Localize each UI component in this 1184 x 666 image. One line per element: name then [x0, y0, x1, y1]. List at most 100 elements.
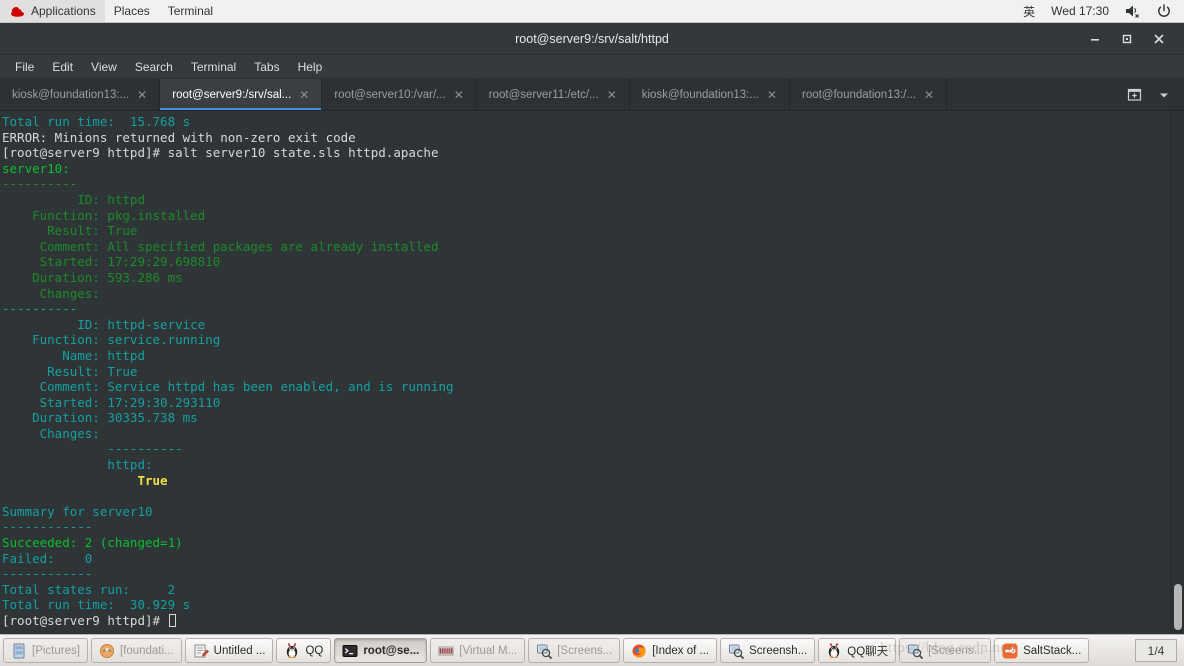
menu-tabs[interactable]: Tabs	[245, 58, 288, 76]
power-icon[interactable]	[1150, 0, 1178, 22]
window-controls	[1086, 30, 1184, 48]
top-panel-menus: Applications Places Terminal	[0, 0, 222, 22]
terminal-scrollbar[interactable]	[1170, 111, 1184, 634]
terminal-span: ID: httpd-service	[2, 316, 206, 332]
taskbar-button-label: SaltStack...	[1023, 644, 1082, 657]
input-method-label: 英	[1023, 4, 1036, 19]
terminal-icon	[342, 643, 358, 659]
input-method-indicator[interactable]: 英	[1016, 0, 1042, 22]
terminal-text: Total run time: 15.768 s ERROR: Minions r…	[0, 111, 1170, 634]
terminal-span: ID: httpd	[2, 191, 145, 207]
tab-close-icon[interactable]: ✕	[767, 89, 777, 101]
menu-edit[interactable]: Edit	[43, 58, 82, 76]
taskbar-button[interactable]: QQ	[276, 638, 332, 663]
window-title: root@server9:/srv/salt/httpd	[515, 31, 669, 46]
taskbar-button[interactable]: [Screens...	[528, 638, 621, 663]
screenshot-icon	[728, 643, 745, 659]
applications-menu[interactable]: Applications	[0, 0, 105, 22]
terminal-line: ----------	[2, 441, 1170, 457]
menu-file[interactable]: File	[6, 58, 43, 76]
taskbar-button-label: QQ聊天	[847, 645, 889, 658]
taskbar-button[interactable]: root@se...	[334, 638, 428, 663]
terminal-tab-1[interactable]: root@server9:/srv/sal... ✕	[160, 79, 323, 110]
tab-close-icon[interactable]: ✕	[924, 89, 934, 101]
tab-close-icon[interactable]: ✕	[137, 89, 147, 101]
minimize-button[interactable]	[1086, 30, 1104, 48]
terminal-span: Started: 17:29:30.293110	[2, 394, 221, 410]
taskbar: [Pictures] [foundati... Untitled ... QQ root…	[0, 634, 1184, 666]
taskbar-button[interactable]: Untitled ...	[184, 638, 274, 663]
terminal-span	[2, 473, 137, 488]
volume-muted-icon[interactable]	[1118, 0, 1148, 22]
terminal-span: Function: pkg.installed	[2, 207, 206, 223]
menu-view[interactable]: View	[82, 58, 126, 76]
terminal-tabbar: kiosk@foundation13:... ✕ root@server9:/s…	[0, 79, 1184, 111]
workspace-label: 1/4	[1147, 643, 1165, 658]
terminal-line: Succeeded: 2 (changed=1)	[2, 535, 1170, 551]
workspace-switcher[interactable]: 1/4	[1135, 639, 1177, 662]
qq-penguin-icon	[826, 642, 842, 659]
terminal-tab-0[interactable]: kiosk@foundation13:... ✕	[0, 79, 161, 110]
places-menu[interactable]: Places	[105, 0, 159, 22]
taskbar-button[interactable]: SaltStack...	[994, 638, 1090, 663]
terminal-tab-3[interactable]: root@server11:/etc/... ✕	[477, 79, 630, 110]
tab-close-icon[interactable]: ✕	[454, 89, 464, 101]
terminal-cursor	[168, 614, 177, 627]
terminal-tab-5[interactable]: root@foundation13:/... ✕	[790, 79, 948, 110]
terminal-span: Started: 17:29:29.698810	[2, 254, 221, 270]
tab-label: root@server10:/var/...	[334, 88, 446, 101]
terminal-span: Duration: 30335.738 ms	[2, 410, 198, 426]
virt-manager-icon	[438, 643, 454, 659]
taskbar-button[interactable]: [Virtual M...	[430, 638, 526, 663]
close-button[interactable]	[1150, 30, 1168, 48]
maximize-button[interactable]	[1118, 30, 1136, 48]
new-tab-icon[interactable]	[1127, 87, 1142, 102]
menu-help[interactable]: Help	[289, 58, 332, 76]
terminal-span: server10:	[2, 160, 70, 176]
window-titlebar[interactable]: root@server9:/srv/salt/httpd	[0, 23, 1184, 55]
terminal-line: ------------	[2, 566, 1170, 582]
tab-label: root@server11:/etc/...	[488, 88, 599, 101]
terminal-menu[interactable]: Terminal	[159, 0, 222, 22]
clock[interactable]: Wed 17:30	[1044, 0, 1116, 22]
menu-search[interactable]: Search	[126, 58, 182, 76]
taskbar-button[interactable]: [Index of ...	[623, 638, 718, 663]
top-panel-status-area: 英 Wed 17:30	[1016, 0, 1184, 22]
chevron-down-icon[interactable]	[1158, 89, 1170, 101]
terminal-span: [root@server9 httpd]# salt server10 stat…	[2, 145, 439, 161]
tab-close-icon[interactable]: ✕	[299, 89, 309, 101]
scrollbar-thumb[interactable]	[1174, 584, 1182, 630]
terminal-line: Duration: 593.286 ms	[2, 270, 1170, 286]
terminal-tab-2[interactable]: root@server10:/var/... ✕	[322, 79, 477, 110]
tab-close-icon[interactable]: ✕	[607, 89, 617, 101]
terminal-line: httpd:	[2, 457, 1170, 473]
terminal-span: [root@server9 httpd]#	[2, 613, 168, 628]
qq-penguin-icon	[284, 642, 300, 659]
terminal-span: ------------	[2, 519, 93, 535]
tab-label: root@foundation13:/...	[801, 88, 916, 101]
tab-label: kiosk@foundation13:...	[12, 88, 130, 101]
menu-terminal[interactable]: Terminal	[182, 58, 245, 76]
taskbar-button[interactable]: [Screens...	[899, 638, 992, 663]
terminal-line: True	[2, 473, 1170, 489]
terminal-line: Changes:	[2, 426, 1170, 442]
taskbar-button[interactable]: Screensh...	[720, 638, 816, 663]
terminal-span: ----------	[2, 301, 78, 317]
terminal-tab-4[interactable]: kiosk@foundation13:... ✕	[630, 79, 790, 110]
firefox-icon	[631, 643, 647, 659]
volume-muted-icon-glyph	[1126, 5, 1139, 18]
taskbar-button[interactable]: [foundati...	[90, 638, 182, 663]
terminal-span: Result: True	[2, 363, 138, 379]
terminal-output-area[interactable]: Total run time: 15.768 s ERROR: Minions r…	[0, 111, 1184, 634]
file-manager-icon	[11, 643, 27, 659]
terminal-line: ID: httpd-service	[2, 317, 1170, 333]
taskbar-button[interactable]: [Pictures]	[3, 638, 88, 663]
terminal-span: Duration: 593.286 ms	[2, 269, 183, 285]
taskbar-button-label: [Pictures]	[32, 644, 80, 657]
terminal-line: Result: True	[2, 364, 1170, 380]
terminal-span: ERROR: Minions returned with non-zero ex…	[2, 129, 356, 145]
terminal-span: Summary for server10	[2, 503, 153, 519]
terminal-span: httpd:	[2, 457, 153, 473]
taskbar-button[interactable]: QQ聊天	[818, 638, 897, 663]
terminal-span: ----------	[2, 176, 78, 192]
